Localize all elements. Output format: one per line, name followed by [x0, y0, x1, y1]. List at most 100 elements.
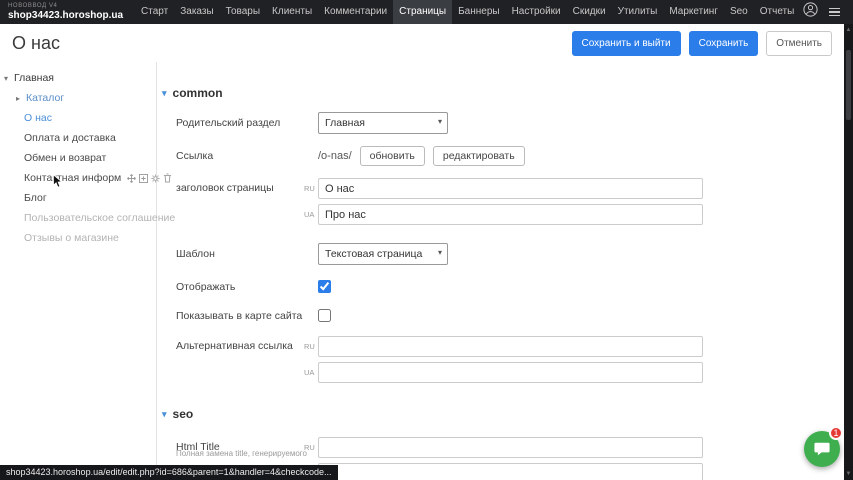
edit-form: ▾ common Родительский раздел Главная ▾ С…	[158, 62, 844, 480]
sitemap-checkbox[interactable]	[318, 309, 331, 322]
page-title-row: заголовок страницы RU UA	[176, 178, 844, 225]
sitemap-label: Показывать в карте сайта	[176, 310, 304, 322]
alt-link-ua-input[interactable]	[318, 362, 703, 383]
topbar-icons	[803, 2, 853, 22]
scrollbar-thumb[interactable]	[846, 50, 851, 120]
page-header: О нас Сохранить и выйти Сохранить Отмени…	[0, 24, 844, 62]
html-title-hint: Полная замена title, генерируемого	[176, 449, 307, 458]
page-title-ru-input[interactable]	[318, 178, 703, 199]
sidebar-item-label: Главная	[14, 72, 54, 84]
alt-link-label: Альтернативная ссылка	[176, 336, 304, 352]
save-and-exit-button[interactable]: Сохранить и выйти	[572, 31, 681, 56]
template-row: Шаблон Текстовая страница ▾	[176, 243, 844, 265]
sidebar-item-label: Блог	[24, 192, 47, 204]
display-row: Отображать	[176, 280, 844, 293]
lang-ua-tag: UA	[304, 210, 318, 219]
html-title-ru-input[interactable]	[318, 437, 703, 458]
chevron-down-icon: ▾	[162, 409, 167, 420]
sidebar-item-about[interactable]: О нас	[0, 108, 156, 128]
brand-logo-domain: shop34423.horoshop.ua	[8, 10, 123, 21]
brand-logo[interactable]: НОВОВВОД V4 shop34423.horoshop.ua	[0, 3, 135, 21]
chat-icon	[813, 440, 831, 458]
lang-ru-tag: RU	[304, 342, 318, 351]
chevron-down-icon: ▾	[162, 88, 167, 99]
nav-item-reports[interactable]: Отчеты	[754, 0, 801, 24]
link-edit-button[interactable]: редактировать	[433, 146, 525, 166]
nav-item-start[interactable]: Старт	[135, 0, 174, 24]
nav-item-pages[interactable]: Страницы	[393, 0, 452, 24]
alt-link-ru-input[interactable]	[318, 336, 703, 357]
menu-icon[interactable]	[829, 8, 840, 17]
app-window: НОВОВВОД V4 shop34423.horoshop.ua Старт …	[0, 0, 853, 480]
sidebar-item-catalog[interactable]: ▸ Каталог	[0, 88, 156, 108]
sidebar-item-blog[interactable]: Блог	[0, 188, 156, 208]
move-icon[interactable]	[127, 174, 136, 183]
tree-item-actions	[127, 173, 172, 183]
scroll-up-icon[interactable]: ▲	[846, 26, 852, 34]
nav-item-orders[interactable]: Заказы	[174, 0, 219, 24]
lang-ru-tag: RU	[304, 184, 318, 193]
sidebar-item-payment-delivery[interactable]: Оплата и доставка	[0, 128, 156, 148]
section-common-header[interactable]: ▾ common	[162, 86, 844, 100]
sidebar-item-home[interactable]: ▾ Главная	[0, 68, 156, 88]
sidebar-item-label: Контактная информ	[24, 172, 121, 184]
section-seo-title: seo	[173, 407, 194, 421]
nav-item-clients[interactable]: Клиенты	[266, 0, 318, 24]
nav-item-settings[interactable]: Настройки	[506, 0, 567, 24]
lang-ua-tag: UA	[304, 368, 318, 377]
sidebar-item-contact-info[interactable]: Контактная информ	[0, 168, 156, 188]
nav-item-seo[interactable]: Seo	[724, 0, 754, 24]
section-seo-header[interactable]: ▾ seo	[162, 407, 844, 421]
chat-unread-badge: 1	[829, 426, 843, 440]
sidebar-item-label: Пользовательское соглашение	[24, 212, 175, 224]
parent-section-row: Родительский раздел Главная ▾	[176, 112, 844, 134]
sidebar-item-user-agreement[interactable]: Пользовательское соглашение	[0, 208, 156, 228]
chat-widget-button[interactable]: 1	[804, 431, 840, 467]
gear-icon[interactable]	[151, 174, 160, 183]
sidebar-item-label: О нас	[24, 112, 52, 124]
page-title-ua-input[interactable]	[318, 204, 703, 225]
sidebar-item-label: Обмен и возврат	[24, 152, 106, 164]
trash-icon[interactable]	[163, 173, 172, 183]
nav-item-banners[interactable]: Баннеры	[452, 0, 505, 24]
brand-logo-caption: НОВОВВОД V4	[8, 3, 123, 10]
nav-item-discounts[interactable]: Скидки	[567, 0, 612, 24]
nav-item-utilities[interactable]: Утилиты	[612, 0, 664, 24]
section-common-title: common	[173, 86, 223, 100]
chevron-down-icon[interactable]: ▾	[4, 74, 8, 83]
account-icon[interactable]	[803, 2, 818, 22]
template-label: Шаблон	[176, 248, 304, 260]
html-title-label: Html Title Полная замена title, генериру…	[176, 437, 304, 453]
sidebar-item-label: Оплата и доставка	[24, 132, 116, 144]
page-title: О нас	[12, 33, 60, 54]
top-nav: Старт Заказы Товары Клиенты Комментарии …	[135, 0, 800, 24]
chevron-right-icon[interactable]: ▸	[16, 94, 20, 103]
template-select[interactable]: Текстовая страница	[318, 243, 448, 265]
link-row: Ссылка /o-nas/ обновить редактировать	[176, 146, 844, 166]
cancel-button[interactable]: Отменить	[766, 31, 832, 56]
sidebar-item-store-reviews[interactable]: Отзывы о магазине	[0, 228, 156, 248]
sidebar-item-exchange-return[interactable]: Обмен и возврат	[0, 148, 156, 168]
page-title-label: заголовок страницы	[176, 178, 304, 194]
sidebar-item-label: Отзывы о магазине	[24, 232, 119, 244]
vertical-scrollbar[interactable]: ▲ ▼	[844, 24, 853, 480]
header-actions: Сохранить и выйти Сохранить Отменить	[572, 31, 833, 56]
display-label: Отображать	[176, 281, 304, 293]
html-title-ua-input[interactable]	[318, 463, 703, 480]
sitemap-row: Показывать в карте сайта	[176, 309, 844, 322]
scroll-down-icon[interactable]: ▼	[846, 470, 852, 478]
nav-item-comments[interactable]: Комментарии	[318, 0, 393, 24]
status-url-tooltip: shop34423.horoshop.ua/edit/edit.php?id=6…	[0, 465, 338, 480]
nav-item-marketing[interactable]: Маркетинг	[663, 0, 724, 24]
display-checkbox[interactable]	[318, 280, 331, 293]
alt-link-row: Альтернативная ссылка RU UA	[176, 336, 844, 383]
page-tree-sidebar: ▾ Главная ▸ Каталог О нас Оплата и доста…	[0, 62, 157, 480]
link-value: /o-nas/	[318, 150, 352, 162]
parent-section-select[interactable]: Главная	[318, 112, 448, 134]
link-refresh-button[interactable]: обновить	[360, 146, 425, 166]
save-button[interactable]: Сохранить	[689, 31, 759, 56]
add-icon[interactable]	[139, 174, 148, 183]
parent-section-label: Родительский раздел	[176, 117, 304, 129]
nav-item-products[interactable]: Товары	[220, 0, 266, 24]
link-label: Ссылка	[176, 150, 304, 162]
